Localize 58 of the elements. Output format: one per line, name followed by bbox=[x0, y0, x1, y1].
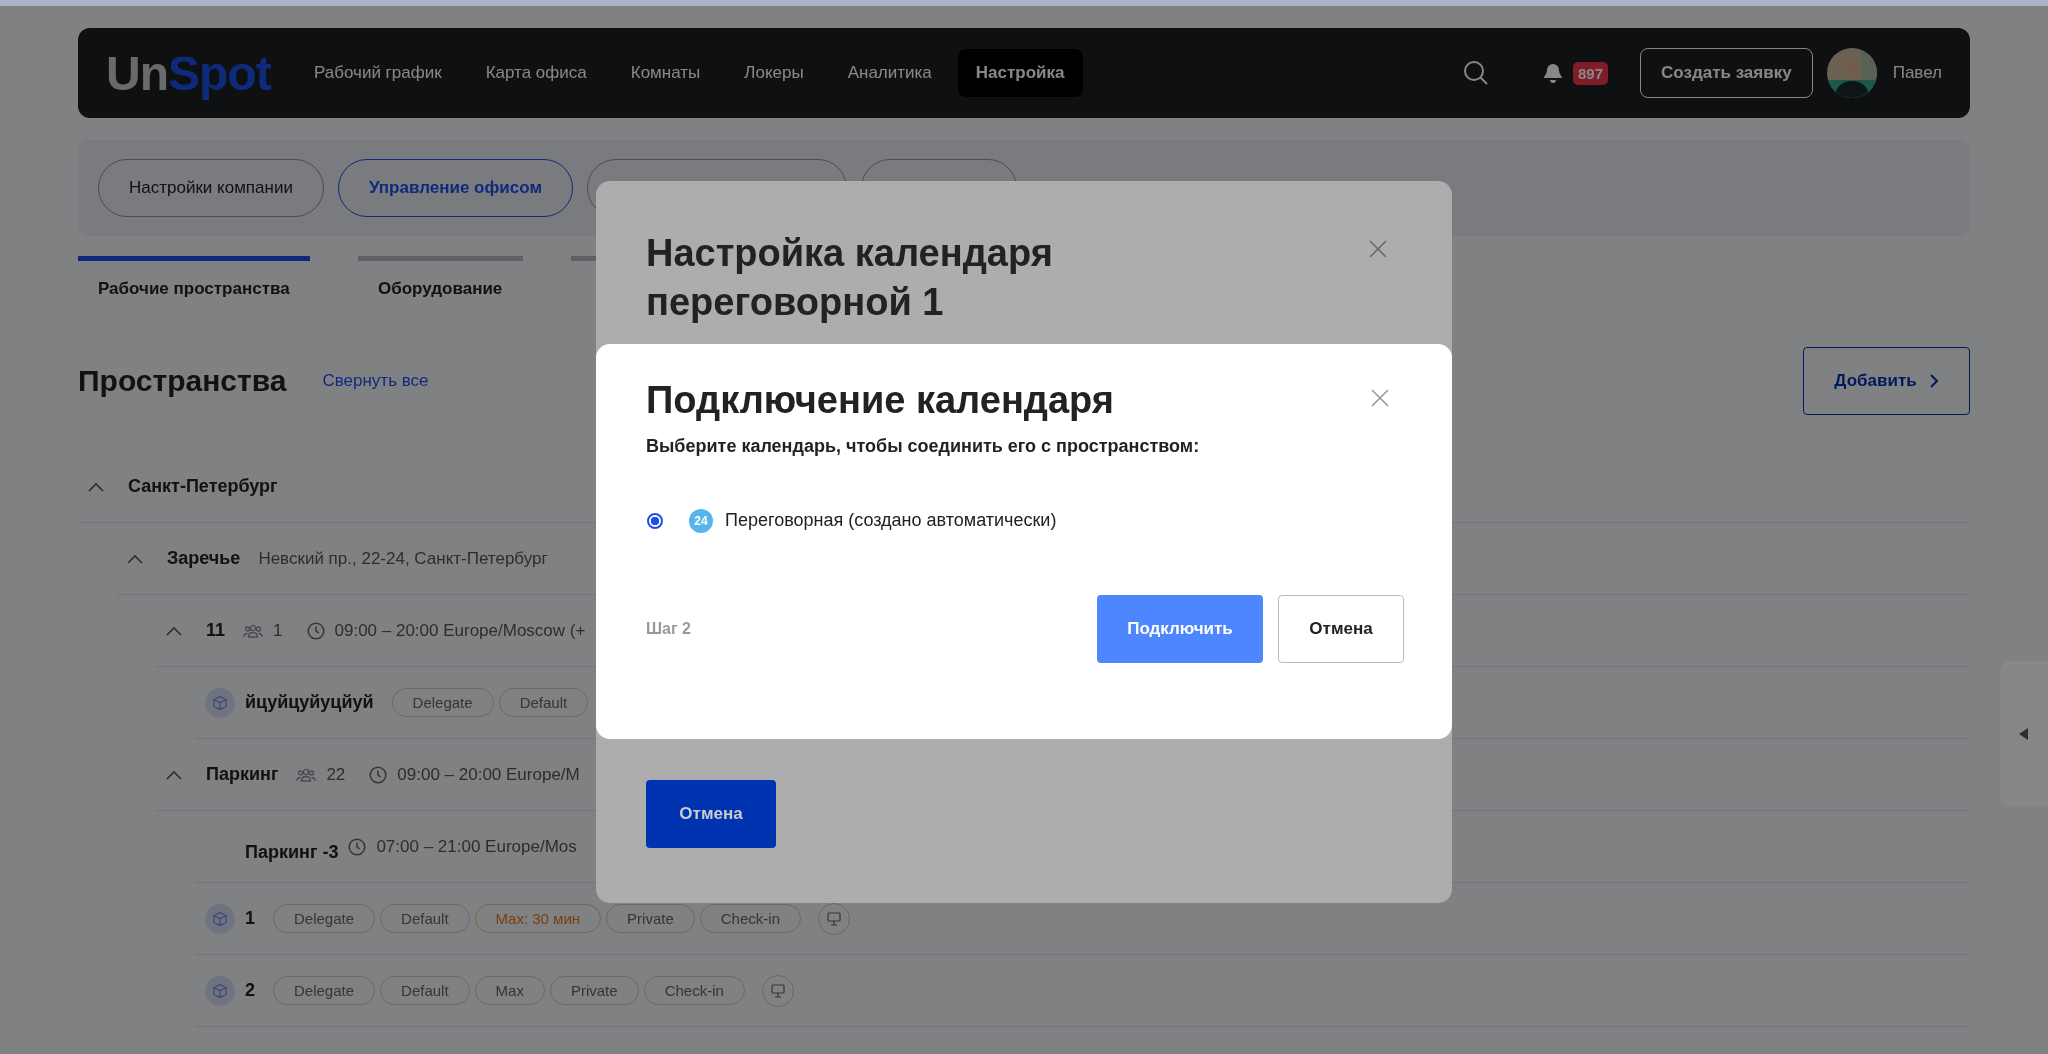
chevron-up-icon[interactable] bbox=[166, 625, 182, 636]
floor-name: 11 bbox=[206, 620, 226, 641]
cancel-button[interactable]: Отмена bbox=[1278, 594, 1404, 663]
city-name: Санкт-Петербург bbox=[128, 476, 278, 497]
side-panel-handle[interactable] bbox=[2000, 661, 2048, 806]
clock-icon bbox=[369, 765, 388, 784]
people-icon bbox=[296, 766, 317, 783]
capacity-count: 1 bbox=[273, 620, 283, 641]
capacity-count: 22 bbox=[326, 764, 346, 785]
search-icon[interactable] bbox=[1463, 60, 1489, 86]
space-name: 1 bbox=[245, 908, 255, 929]
nav-link[interactable]: Комнаты bbox=[612, 49, 719, 97]
section-heading: Пространства bbox=[78, 364, 287, 398]
logo[interactable]: UnSpot bbox=[106, 45, 296, 101]
space-icon bbox=[205, 903, 235, 934]
dialog-title: Настройка календаря переговорной 1 bbox=[646, 231, 1054, 326]
chevron-up-icon[interactable] bbox=[127, 553, 143, 564]
nav-link[interactable]: Рабочий график bbox=[296, 49, 460, 97]
dialog-title: Подключение календаря bbox=[646, 378, 1114, 423]
chevron-right-icon bbox=[1928, 373, 1939, 389]
working-hours: 07:00 – 21:00 Europe/Mos bbox=[376, 836, 577, 857]
working-hours: 09:00 – 20:00 Europe/M bbox=[397, 764, 580, 785]
close-icon[interactable] bbox=[1368, 239, 1388, 259]
radio-button[interactable] bbox=[647, 512, 663, 529]
people-icon bbox=[243, 622, 264, 639]
clock-icon bbox=[348, 837, 367, 856]
nav-link[interactable]: Аналитика bbox=[829, 49, 950, 97]
user-name[interactable]: Павел bbox=[1892, 63, 1942, 83]
office-name: Заречье bbox=[167, 548, 241, 569]
bell-icon[interactable] bbox=[1541, 61, 1565, 85]
collapse-icon bbox=[2019, 727, 2029, 740]
calendar-option[interactable]: Переговорная (создано автоматически) bbox=[725, 510, 1057, 532]
notification-badge: 897 bbox=[1573, 61, 1608, 85]
create-request-button[interactable]: Создать заявку bbox=[1640, 48, 1813, 98]
chevron-up-icon[interactable] bbox=[88, 481, 104, 492]
section-tab[interactable]: Оборудование bbox=[358, 256, 523, 299]
floor-name: Паркинг -3 bbox=[245, 842, 339, 863]
space-icon bbox=[205, 975, 235, 1006]
calendar-badge: 24 bbox=[689, 508, 713, 533]
step-label: Шаг 2 bbox=[646, 619, 691, 638]
close-icon[interactable] bbox=[1370, 388, 1390, 408]
connect-button[interactable]: Подключить bbox=[1097, 594, 1263, 663]
nav-link[interactable]: Настройка bbox=[957, 49, 1083, 97]
cancel-button[interactable]: Отмена bbox=[646, 780, 776, 848]
space-name: йцуйцуйуцйуй bbox=[245, 692, 374, 713]
floor-name: Паркинг bbox=[206, 764, 279, 785]
clock-icon bbox=[306, 621, 325, 640]
space-name: 2 bbox=[245, 980, 255, 1001]
office-address: Невский пр., 22-24, Санкт-Петербург bbox=[258, 548, 548, 569]
chevron-up-icon[interactable] bbox=[166, 769, 182, 780]
nav-link[interactable]: Карта офиса bbox=[467, 49, 605, 97]
dialog-subtitle: Выберите календарь, чтобы соединить его с пространством: bbox=[646, 435, 1201, 457]
add-button[interactable]: Добавить bbox=[1803, 347, 1970, 415]
space-icon bbox=[205, 687, 235, 718]
section-tab[interactable]: Рабочие пространства bbox=[78, 256, 310, 299]
working-hours: 09:00 – 20:00 Europe/Moscow (+ bbox=[334, 620, 586, 641]
collapse-all-link[interactable]: Свернуть все bbox=[322, 371, 429, 391]
nav-link[interactable]: Локеры bbox=[726, 49, 822, 97]
